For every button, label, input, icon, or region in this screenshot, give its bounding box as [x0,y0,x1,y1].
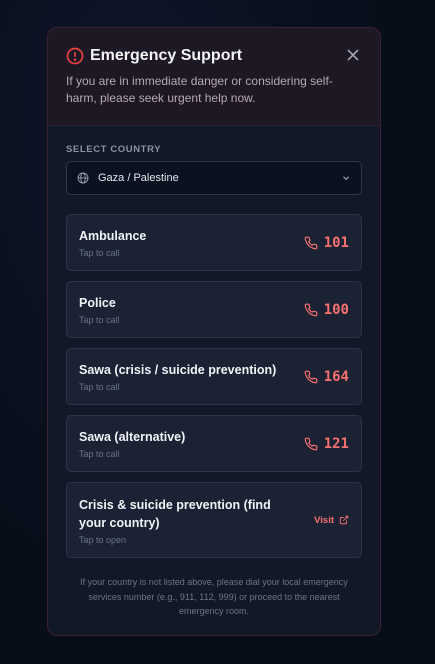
service-number: 121 [323,435,349,452]
globe-icon [77,172,89,184]
visit-label: Visit [314,514,334,526]
service-card-crisis-link[interactable]: Crisis & suicide prevention (find your c… [66,482,362,558]
country-select-value: Gaza / Palestine [98,172,179,184]
service-name: Police [79,296,116,310]
service-card-police[interactable]: Police Tap to call 100 [66,281,362,338]
service-name: Sawa (crisis / suicide prevention) [79,363,277,377]
service-hint: Tap to call [79,449,120,459]
service-name: Sawa (alternative) [79,430,186,444]
dialog-body: SELECT COUNTRY Gaza / Palestine Ambulanc… [48,126,380,619]
service-hint: Tap to call [79,315,120,325]
service-list: Ambulance Tap to call 101 Police Tap to … [66,214,362,558]
phone-icon [304,236,318,249]
dialog-subtitle: If you are in immediate danger or consid… [66,74,333,105]
service-card-sawa[interactable]: Sawa (crisis / suicide prevention) Tap t… [66,348,362,405]
country-select[interactable]: Gaza / Palestine [66,161,362,195]
service-name: Crisis & suicide prevention (find your c… [79,497,271,530]
phone-icon [304,370,318,383]
service-hint: Tap to call [79,382,120,392]
service-hint: Tap to call [79,248,120,258]
close-icon[interactable] [345,47,361,63]
dialog-header: Emergency Support If you are in immediat… [48,28,380,126]
external-link-icon [339,515,349,525]
footer-note: If your country is not listed above, ple… [80,577,348,616]
service-number: 164 [323,368,349,385]
emergency-support-dialog: Emergency Support If you are in immediat… [47,27,381,636]
alert-circle-icon [66,47,84,65]
dialog-title: Emergency Support [90,47,243,64]
visit-link[interactable]: Visit [314,515,349,526]
phone-icon [304,437,318,450]
chevron-down-icon [343,176,349,181]
service-card-sawa-alternative[interactable]: Sawa (alternative) Tap to call 121 [66,415,362,472]
phone-icon [304,303,318,316]
service-hint: Tap to open [79,534,127,545]
country-label: SELECT COUNTRY [66,144,162,155]
service-number: 101 [323,234,349,251]
service-number: 100 [323,301,349,318]
service-card-ambulance[interactable]: Ambulance Tap to call 101 [66,214,362,271]
service-name: Ambulance [79,229,147,243]
